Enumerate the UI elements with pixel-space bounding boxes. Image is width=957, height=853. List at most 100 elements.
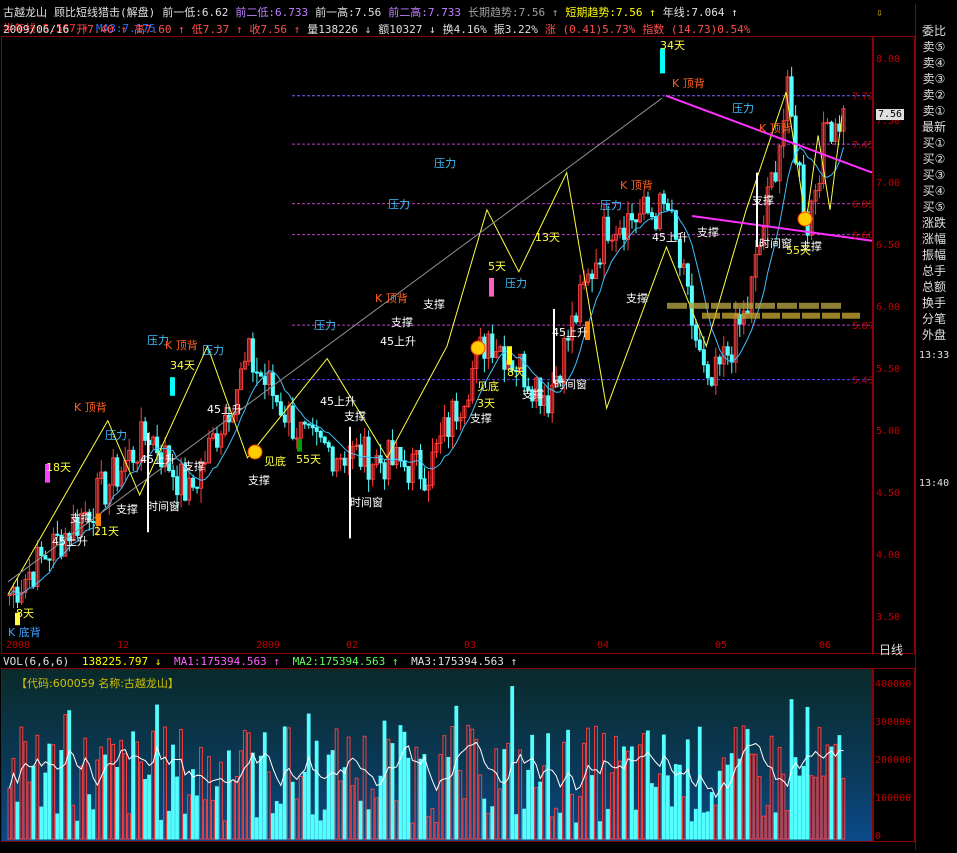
candle-body [195, 486, 200, 489]
volume-bar [829, 746, 834, 840]
side-panel-item[interactable]: 总额 [917, 278, 951, 295]
candle-body [634, 219, 639, 223]
volume-bar [326, 754, 331, 840]
volume-bar [530, 734, 535, 840]
side-panel-item[interactable]: 分笔 [917, 310, 951, 327]
volume-bar [534, 787, 539, 840]
volume-bar [358, 800, 363, 840]
price-chart-panel[interactable]: 压力 压力 压力 压力 压力 压力 压力 压力 压力 支撑 支撑 支撑 支撑 支撑 支撑 支撑 支撑 支撑 支撑 支撑… [1, 36, 873, 654]
side-panel-item[interactable]: 换手 [917, 294, 951, 311]
side-panel-top-icon[interactable]: ⇩ [876, 6, 888, 19]
profile-block [782, 312, 800, 319]
annotation-label: 支撑 [697, 225, 719, 239]
candle-body [91, 520, 96, 523]
time-axis-tick: 02 [346, 640, 359, 651]
profile-block [822, 312, 840, 319]
side-panel-item[interactable]: 买④ [917, 182, 951, 199]
volume-bar [430, 808, 435, 840]
side-panel-item[interactable]: 买② [917, 150, 951, 167]
side-panel-item[interactable]: 涨跌 [917, 214, 951, 231]
annotation-label: 支撑 [626, 291, 648, 305]
side-panel-item[interactable]: 卖④ [917, 54, 951, 71]
side-panel-item[interactable]: 买① [917, 134, 951, 151]
volume-bar [318, 820, 323, 840]
side-panel-item[interactable]: 外盘 [917, 326, 951, 343]
volume-bar [765, 805, 770, 840]
volume-bar [75, 820, 80, 840]
side-panel-item[interactable]: 卖③ [917, 70, 951, 87]
volume-bar [594, 725, 598, 840]
volume-bar [266, 771, 271, 840]
side-panel-item[interactable]: 总手 [917, 262, 951, 279]
volume-bar [286, 727, 291, 840]
volume-bar [386, 738, 391, 840]
volume-bar [374, 797, 379, 840]
candle-body [103, 471, 108, 505]
annotation-label: 支撑 [470, 411, 492, 425]
volume-bar [91, 809, 96, 840]
annotation-label: 支撑 [752, 193, 774, 207]
side-panel-item[interactable]: 卖② [917, 86, 951, 103]
side-panel-item[interactable]: 卖⑤ [917, 38, 951, 55]
price-axis-tick: 7.00 [876, 178, 901, 189]
smiley-icon [470, 340, 486, 356]
volume-bar [159, 819, 163, 840]
volume-bar [701, 812, 706, 840]
volume-bar [797, 775, 802, 840]
side-panel-item[interactable]: 卖① [917, 102, 951, 119]
volume-axis-tick: 100000 [875, 793, 912, 804]
signal-marker [170, 377, 175, 396]
candle-body [705, 364, 710, 379]
price-level-marker: 5.87 [852, 321, 872, 332]
side-panel-item[interactable]: 委比 [917, 22, 951, 39]
candle-body [418, 450, 423, 480]
volume-chart-svg [7, 686, 846, 840]
volume-bar [610, 772, 614, 840]
volume-bar [705, 811, 710, 840]
time-axis-tick: 2008 [6, 640, 31, 651]
side-panel-item[interactable]: 买⑤ [917, 198, 951, 215]
volume-bar [713, 804, 718, 840]
candle-body [590, 273, 595, 280]
side-panel-item[interactable]: 振幅 [917, 246, 951, 263]
volume-bar [649, 783, 654, 840]
candle-body [398, 446, 403, 462]
signal-marker [660, 48, 665, 74]
volume-bar [689, 821, 694, 840]
volume-bar [15, 801, 20, 840]
side-panel-item[interactable]: 最新 [917, 118, 951, 135]
volume-bar [721, 757, 726, 840]
side-panel-item[interactable]: 涨幅 [917, 230, 951, 247]
volume-bar [634, 809, 638, 840]
volume-panel[interactable]: 【代码:600059 名称:古越龙山】 [1, 668, 873, 842]
side-panel-item[interactable]: 买③ [917, 166, 951, 183]
volume-bar [450, 726, 455, 840]
profile-block [702, 312, 720, 319]
annotation-label: 45上升 [552, 326, 588, 339]
volume-bar [298, 775, 303, 840]
price-level-marker: 7.72 [852, 92, 872, 103]
candle-body [797, 162, 802, 166]
header-field: 短期趋势:7.56 ↑ [565, 6, 656, 19]
annotation-label: 45上升 [380, 335, 416, 348]
volume-bar [502, 749, 507, 840]
price-axis-tick: 8.00 [876, 54, 901, 65]
day-line-label[interactable]: 日线 [879, 641, 903, 658]
annotation-label: 34天 [660, 39, 685, 52]
volume-bar [498, 788, 503, 840]
volume-bar [226, 750, 231, 840]
header-field: 2009/06/16 [3, 23, 70, 36]
volume-bar [262, 732, 267, 840]
volume-bar [614, 735, 618, 840]
volume-bar [346, 736, 351, 840]
price-axis-tick: 4.00 [876, 550, 901, 561]
candle-body [262, 375, 267, 385]
annotation-label: 支撑 [344, 409, 366, 423]
candle-body [502, 346, 507, 370]
volume-bar [697, 726, 702, 840]
volume-bar [250, 752, 255, 840]
candle-body [649, 212, 654, 218]
volume-bar [570, 793, 574, 840]
volume-bar [757, 776, 762, 840]
volume-bar [242, 729, 247, 840]
